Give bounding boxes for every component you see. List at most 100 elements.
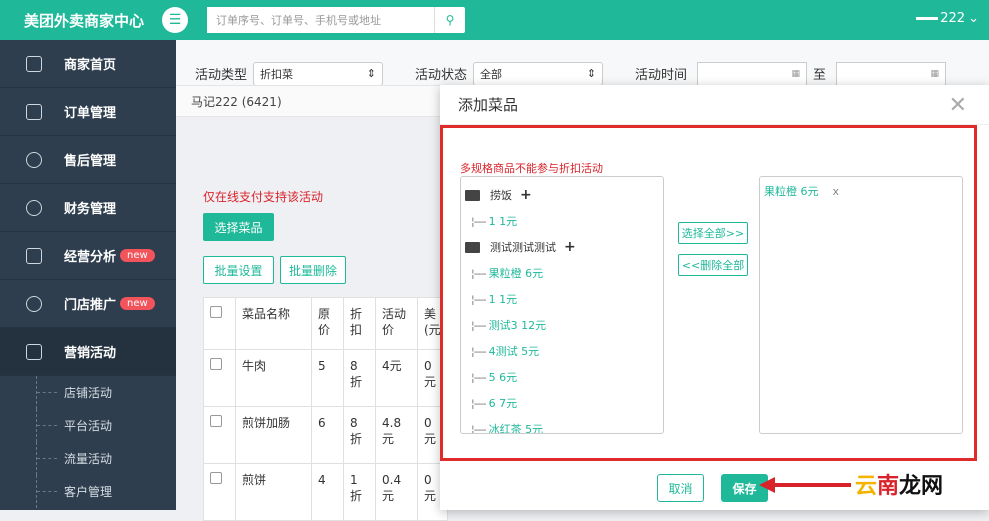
tree-group-label: 测试测试测试 xyxy=(490,241,556,254)
type-label: 活动类型 xyxy=(195,68,248,83)
select-all-button[interactable]: 选择全部>> xyxy=(678,222,748,244)
tree-line: ¦---- xyxy=(471,292,487,306)
tree-leaf[interactable]: ¦---- 5 6元 xyxy=(465,364,663,390)
sidebar-sub-shop-activity[interactable]: 店铺活动 xyxy=(0,376,176,409)
tree-leaf[interactable]: ¦---- 6 7元 xyxy=(465,390,663,416)
dish-act-price: 4.8元 xyxy=(375,406,418,464)
chart-icon xyxy=(26,247,42,264)
sidebar-item-finance[interactable]: 财务管理 xyxy=(0,184,176,232)
tree-leaf-label: 4测试 5元 xyxy=(488,345,540,358)
tree-leaf-label: 1 1元 xyxy=(488,293,518,306)
search-icon: ⚲ xyxy=(445,13,455,27)
close-icon[interactable]: ✕ xyxy=(949,93,967,118)
sidebar-sub-platform-activity[interactable]: 平台活动 xyxy=(0,409,176,442)
row-checkbox[interactable] xyxy=(210,415,222,427)
batch-set-button[interactable]: 批量设置 xyxy=(203,256,274,284)
sidebar-item-label: 售后管理 xyxy=(64,154,117,169)
annotation-arrow xyxy=(759,477,851,493)
promo-icon xyxy=(26,295,42,312)
sidebar-item-marketing[interactable]: 营销活动 xyxy=(0,328,176,376)
tree-leaf-label: 5 6元 xyxy=(488,371,518,384)
user-menu[interactable]: 222 ⌄ xyxy=(916,11,979,26)
search-box: ⚲ xyxy=(207,7,465,33)
dish-price: 4 xyxy=(311,463,344,521)
table-row: 煎饼加肠 6 8折 4.8元 0元 xyxy=(203,406,448,464)
tree-group-label: 捞饭 xyxy=(490,189,512,202)
end-date-input[interactable]: ▦ xyxy=(836,61,947,86)
plus-icon[interactable]: + xyxy=(564,239,576,255)
choose-dish-button[interactable]: 选择菜品 xyxy=(203,213,274,241)
multi-spec-warning: 多规格商品不能参与折扣活动 xyxy=(460,162,603,175)
sidebar-item-label: 经营分析 xyxy=(64,250,117,265)
order-icon xyxy=(26,103,42,120)
delete-all-button[interactable]: <<删除全部 xyxy=(678,254,748,276)
dish-price: 5 xyxy=(311,349,344,407)
user-name-redacted xyxy=(916,17,939,20)
cancel-button[interactable]: 取消 xyxy=(657,474,704,502)
watermark-logo: 云南龙网 xyxy=(855,468,943,500)
sidebar-item-orders[interactable]: 订单管理 xyxy=(0,88,176,136)
batch-delete-button[interactable]: 批量删除 xyxy=(280,256,346,284)
home-icon xyxy=(26,55,42,72)
search-input[interactable] xyxy=(207,7,434,33)
row-select-cell xyxy=(203,406,236,464)
col-header: 原价 xyxy=(311,297,344,350)
status-select[interactable]: 全部 ⇕ xyxy=(473,61,604,86)
tree-leaf[interactable]: ¦---- 果粒橙 6元 xyxy=(465,260,663,286)
sidebar-item-promotion[interactable]: 门店推广 new xyxy=(0,280,176,328)
highlight-box: 多规格商品不能参与折扣活动 捞饭 + ¦---- 1 1元 测试测试测试 + ¦---… xyxy=(440,125,977,461)
sidebar-item-label: 财务管理 xyxy=(64,202,117,217)
sidebar-item-aftersale[interactable]: 售后管理 xyxy=(0,136,176,184)
tree-leaf[interactable]: ¦---- 1 1元 xyxy=(465,208,663,234)
tree-line: ¦---- xyxy=(471,396,487,410)
yen-icon xyxy=(26,151,42,168)
new-badge: new xyxy=(120,297,155,310)
gift-icon xyxy=(26,343,42,360)
col-header: 折扣 xyxy=(343,297,376,350)
hamburger-icon: ☰ xyxy=(168,12,182,28)
sidebar-item-label: 订单管理 xyxy=(64,106,117,121)
table-header-row: 菜品名称 原价 折扣 活动价 美(元 xyxy=(203,297,448,350)
tree-leaf[interactable]: ¦---- 冰红茶 5元 xyxy=(465,416,663,434)
folder-icon xyxy=(465,241,480,253)
remove-icon[interactable]: x xyxy=(833,185,840,198)
dish-discount: 1折 xyxy=(343,463,376,521)
shop-name: 马记222 (6421) xyxy=(191,94,282,109)
status-label: 活动状态 xyxy=(415,68,468,83)
search-button[interactable]: ⚲ xyxy=(434,7,465,33)
sidebar-sub-customer-management[interactable]: 客户管理 xyxy=(0,475,176,508)
col-header: 菜品名称 xyxy=(235,297,312,350)
sidebar-item-home[interactable]: 商家首页 xyxy=(0,40,176,88)
dish-name: 牛肉 xyxy=(235,349,312,407)
tree-line: ¦---- xyxy=(471,422,487,434)
type-select[interactable]: 折扣菜 ⇕ xyxy=(253,61,384,86)
row-checkbox[interactable] xyxy=(210,472,222,484)
calendar-icon: ▦ xyxy=(930,68,940,79)
calendar-icon: ▦ xyxy=(791,68,801,79)
tree-leaf[interactable]: ¦---- 4测试 5元 xyxy=(465,338,663,364)
folder-icon xyxy=(465,189,480,201)
sidebar-item-label: 门店推广 xyxy=(64,298,117,313)
sidebar-item-analysis[interactable]: 经营分析 new xyxy=(0,232,176,280)
menu-toggle-button[interactable]: ☰ xyxy=(162,7,188,33)
status-select-value: 全部 xyxy=(480,67,503,81)
select-all-cell xyxy=(203,297,236,350)
time-label: 活动时间 xyxy=(635,68,688,83)
online-pay-notice: 仅在线支付支持该活动 xyxy=(203,190,324,204)
tree-group[interactable]: 捞饭 + xyxy=(465,182,663,208)
sidebar-sub-traffic-activity[interactable]: 流量活动 xyxy=(0,442,176,475)
modal-title: 添加菜品 xyxy=(440,85,989,125)
row-checkbox[interactable] xyxy=(210,358,222,370)
plus-icon[interactable]: + xyxy=(520,187,532,203)
select-all-checkbox[interactable] xyxy=(210,306,222,318)
start-date-input[interactable]: ▦ xyxy=(697,61,808,86)
tree-leaf[interactable]: ¦---- 1 1元 xyxy=(465,286,663,312)
tree-leaf[interactable]: ¦---- 测试3 12元 xyxy=(465,312,663,338)
row-select-cell xyxy=(203,349,236,407)
sidebar: 商家首页 订单管理 售后管理 财务管理 经营分析 new 门店推广 new 营销活动… xyxy=(0,40,176,510)
tree-leaf-label: 果粒橙 6元 xyxy=(488,267,544,280)
tree-group[interactable]: 测试测试测试 + xyxy=(465,234,663,260)
row-select-cell xyxy=(203,463,236,521)
table-row: 牛肉 5 8折 4元 0元 xyxy=(203,349,448,407)
dish-table: 菜品名称 原价 折扣 活动价 美(元 牛肉 5 8折 4元 0元 煎饼加肠 6 … xyxy=(203,297,448,521)
